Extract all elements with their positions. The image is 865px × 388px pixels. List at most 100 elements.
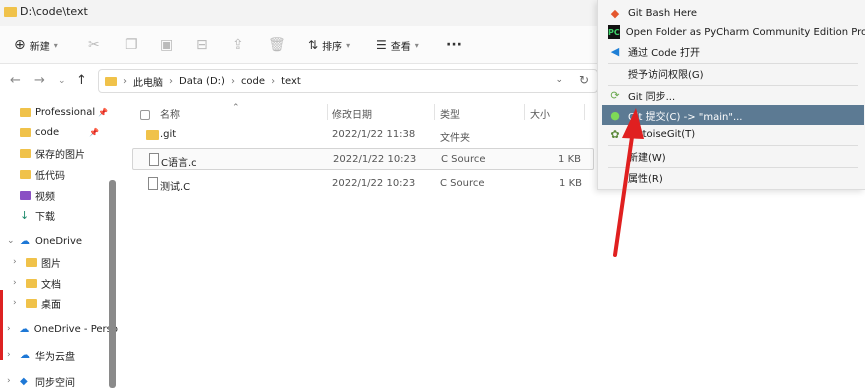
copy-icon: ❐: [125, 37, 138, 53]
table-row[interactable]: C语言.c 2022/1/22 10:23 C Source 1 KB: [132, 148, 594, 170]
file-name: C语言.c: [161, 158, 197, 169]
forward-icon[interactable]: →: [34, 73, 45, 88]
sidebar-item-label: OneDrive - Perso: [33, 323, 118, 335]
file-name: .git: [160, 129, 177, 140]
chevron-right-icon[interactable]: ›: [7, 350, 17, 360]
breadcrumb-item[interactable]: code: [241, 76, 265, 87]
up-icon[interactable]: ↑: [76, 73, 87, 88]
pin-icon: 📌: [98, 107, 109, 117]
sidebar-item-professional[interactable]: Professional 📌: [0, 102, 118, 122]
menu-item-open-pycharm[interactable]: PC Open Folder as PyCharm Community Edit…: [602, 22, 865, 42]
sidebar-item-code[interactable]: code 📌: [0, 122, 118, 142]
window-title: D:\code\text: [20, 5, 88, 18]
menu-item-git-commit[interactable]: ● Git 提交(C) -> "main"...: [602, 105, 864, 125]
view-icon: ☰: [376, 38, 387, 52]
address-bar[interactable]: › 此电脑 › Data (D:) › code › text ⌄ ↻: [98, 69, 598, 93]
sidebar-item-pictures[interactable]: › 图片: [0, 252, 118, 272]
new-button[interactable]: ⊕ 新建 ▾: [14, 34, 58, 56]
column-header-row: 名称 ⌃ 修改日期 类型 大小: [122, 102, 597, 122]
sidebar-scrollbar[interactable]: [109, 180, 116, 388]
copy-button[interactable]: ❐: [125, 34, 138, 56]
cloud-icon: ☁: [20, 235, 30, 247]
file-name: 测试.C: [160, 182, 191, 193]
refresh-icon[interactable]: ↻: [579, 73, 589, 87]
folder-icon: [20, 127, 31, 137]
folder-icon: [20, 169, 31, 179]
menu-item-open-with-code[interactable]: ◀ 通过 Code 打开: [602, 41, 864, 61]
sidebar-item-downloads[interactable]: ↓ 下载: [0, 205, 118, 225]
sidebar-item-label: 文档: [41, 279, 61, 291]
column-header-type[interactable]: 类型: [440, 106, 460, 121]
menu-item-grant-access[interactable]: 授予访问权限(G): [602, 63, 864, 83]
menu-item-label: 属性(R): [628, 173, 663, 185]
trash-icon: 🗑: [268, 37, 286, 53]
breadcrumb-separator-icon: ›: [230, 75, 235, 87]
chevron-down-icon[interactable]: ⌄: [7, 236, 17, 246]
chevron-right-icon[interactable]: ›: [13, 257, 23, 267]
address-dropdown-icon[interactable]: ⌄: [555, 75, 563, 85]
menu-item-new[interactable]: 新建(W): [602, 146, 864, 166]
select-all-checkbox[interactable]: [140, 110, 150, 120]
scissors-icon: ✂: [88, 37, 100, 53]
chevron-right-icon[interactable]: ›: [13, 298, 23, 308]
sidebar-item-onedrive-personal[interactable]: › ☁ OneDrive - Perso: [0, 319, 118, 339]
sidebar-item-desktop[interactable]: › 桌面: [0, 293, 118, 313]
file-size: 1 KB: [559, 178, 582, 189]
breadcrumb-item[interactable]: text: [281, 76, 301, 87]
share-icon: ⇪: [232, 37, 244, 53]
column-header-name[interactable]: 名称: [160, 106, 180, 121]
folder-icon: [26, 278, 37, 288]
column-header-date[interactable]: 修改日期: [332, 106, 372, 121]
sidebar-item-huawei-cloud[interactable]: › ☁ 华为云盘: [0, 345, 118, 365]
folder-icon: [146, 130, 159, 140]
menu-item-properties[interactable]: 属性(R): [602, 167, 864, 187]
menu-item-label: 授予访问权限(G): [628, 69, 704, 81]
sort-button-label: 排序: [322, 41, 343, 53]
file-type: 文件夹: [440, 133, 470, 144]
file-icon: [149, 153, 159, 166]
table-row[interactable]: 测试.C 2022/1/22 10:23 C Source 1 KB: [132, 173, 594, 195]
chevron-down-icon: ▾: [414, 40, 419, 50]
menu-item-tortoisegit[interactable]: ✿ TortoiseGit(T): [602, 124, 864, 144]
sync-icon: ◆: [20, 375, 28, 387]
recent-chevron-icon[interactable]: ⌄: [58, 76, 66, 86]
chevron-right-icon[interactable]: ›: [7, 324, 16, 334]
navigation-pane: Professional 📌 code 📌 保存的图片 低代码 视频 ↓ 下载 …: [0, 98, 118, 388]
share-button[interactable]: ⇪: [232, 34, 244, 56]
sidebar-item-sync-space[interactable]: › ◆ 同步空间: [0, 371, 118, 388]
sidebar-item-low-code[interactable]: 低代码: [0, 164, 118, 184]
sidebar-item-documents[interactable]: › 文档: [0, 273, 118, 293]
paste-button[interactable]: ▣: [160, 34, 173, 56]
chevron-right-icon[interactable]: ›: [7, 376, 17, 386]
more-button[interactable]: ···: [446, 34, 462, 56]
sort-button[interactable]: ⇅ 排序 ▾: [308, 34, 350, 56]
breadcrumb-item[interactable]: Data (D:): [179, 76, 225, 87]
menu-item-label: Open Folder as PyCharm Community Edition…: [625, 26, 865, 38]
view-button[interactable]: ☰ 查看 ▾: [376, 34, 419, 56]
table-row[interactable]: .git 2022/1/22 11:38 文件夹: [132, 124, 594, 146]
folder-icon: [26, 298, 37, 308]
sidebar-item-saved-pictures[interactable]: 保存的图片: [0, 143, 118, 163]
sidebar-item-videos[interactable]: 视频: [0, 185, 118, 205]
cloud-icon: ☁: [19, 323, 30, 335]
menu-item-git-bash-here[interactable]: ◆ Git Bash Here: [602, 3, 864, 23]
sidebar-item-label: 保存的图片: [35, 149, 85, 161]
tortoisegit-icon: ✿: [610, 127, 620, 141]
chevron-right-icon[interactable]: ›: [13, 278, 23, 288]
cut-button[interactable]: ✂: [88, 34, 100, 56]
rename-button[interactable]: ⊟: [196, 34, 208, 56]
breadcrumb-item[interactable]: 此电脑: [133, 74, 163, 89]
back-icon[interactable]: ←: [10, 73, 21, 88]
sidebar-item-label: 低代码: [35, 170, 65, 182]
breadcrumb-separator-icon: ›: [123, 75, 127, 87]
delete-button[interactable]: 🗑: [268, 34, 286, 56]
file-date: 2022/1/22 11:38: [332, 129, 416, 140]
column-header-size[interactable]: 大小: [530, 106, 550, 121]
sidebar-item-label: OneDrive: [35, 235, 83, 247]
menu-item-git-sync[interactable]: ⟳ Git 同步...: [602, 85, 864, 105]
sidebar-item-onedrive[interactable]: ⌄ ☁ OneDrive: [0, 231, 118, 251]
sidebar-item-label: 图片: [41, 258, 61, 270]
chevron-down-icon: ▾: [346, 40, 351, 50]
sidebar-item-label: 下载: [35, 211, 55, 223]
git-sync-icon: ⟳: [610, 88, 620, 102]
